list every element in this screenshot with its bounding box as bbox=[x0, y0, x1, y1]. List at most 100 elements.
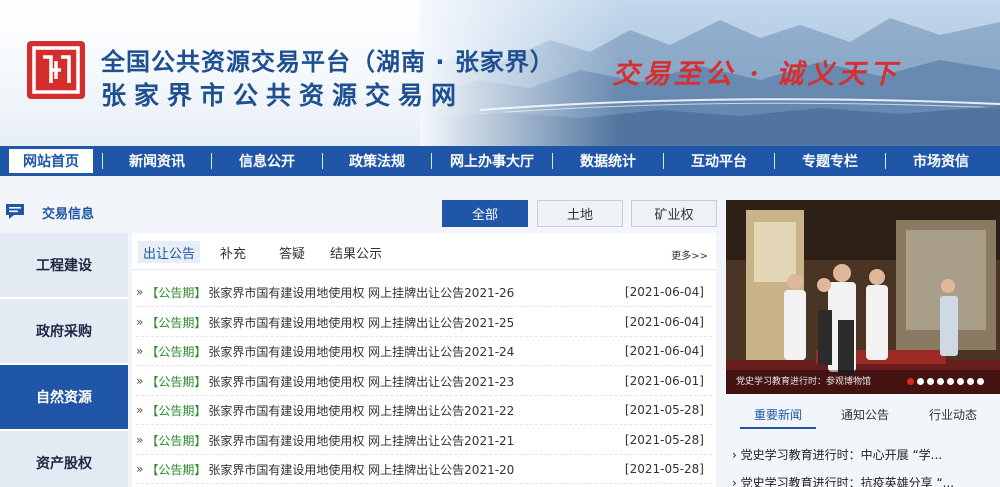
nav-item-label: 信息公开 bbox=[239, 154, 295, 170]
notice-row[interactable]: » 【公告期】 张家界市国有建设用地使用权 网上挂牌出让公告2021-21 [2… bbox=[136, 426, 712, 455]
news-item[interactable]: › 党史学习教育进行时：抗疫英雄分享 “... bbox=[732, 474, 1000, 487]
active-tab-underline bbox=[740, 427, 816, 429]
notice-title[interactable]: 张家界市国有建设用地使用权 网上挂牌出让公告2021-20 bbox=[208, 461, 514, 478]
nav-item-online-service[interactable]: 网上办事大厅 bbox=[432, 146, 552, 176]
tab-industry-news[interactable]: 行业动态 bbox=[929, 406, 977, 423]
arrow-icon: » bbox=[136, 344, 144, 358]
notice-row[interactable]: » 【公告期】 张家界市国有建设用地使用权 网上挂牌出让公告2021-25 [2… bbox=[136, 308, 712, 337]
notice-title[interactable]: 张家界市国有建设用地使用权 网上挂牌出让公告2021-26 bbox=[208, 284, 514, 301]
filter-all-button[interactable]: 全部 bbox=[442, 200, 528, 227]
nav-item-statistics[interactable]: 数据统计 bbox=[553, 146, 663, 176]
notice-row[interactable]: » 【公告期】 张家界市国有建设用地使用权 网上挂牌出让公告2021-22 [2… bbox=[136, 396, 712, 425]
notice-panel: 出让公告 补充 答疑 结果公示 更多>> » 【公告期】 张家界市国有建设用地使… bbox=[132, 233, 716, 487]
tab-supplement[interactable]: 补充 bbox=[220, 241, 246, 263]
category-natural-resources[interactable]: 自然资源 bbox=[0, 365, 128, 431]
notice-date: [2021-05-28] bbox=[624, 433, 704, 447]
tab-transfer-notice[interactable]: 出让公告 bbox=[138, 241, 201, 263]
page: 全国公共资源交易平台（湖南 · 张家界） 张家界市公共资源交易网 交易至公 · … bbox=[0, 0, 1000, 487]
nav-item-label: 政策法规 bbox=[349, 154, 405, 170]
notice-date: [2021-06-04] bbox=[624, 285, 704, 299]
arrow-icon: » bbox=[136, 462, 144, 476]
notice-date: [2021-06-04] bbox=[624, 315, 704, 329]
chat-bubble-icon bbox=[6, 204, 24, 219]
notice-tag: 【公告期】 bbox=[146, 403, 207, 418]
slide-dot[interactable] bbox=[977, 378, 984, 385]
nav-item-label: 网上办事大厅 bbox=[450, 154, 534, 170]
nav-item-info-disclosure[interactable]: 信息公开 bbox=[212, 146, 322, 176]
notice-date: [2021-06-04] bbox=[624, 344, 704, 358]
nav-item-news[interactable]: 新闻资讯 bbox=[103, 146, 211, 176]
category-sidebar: 工程建设 政府采购 自然资源 资产股权 bbox=[0, 233, 128, 487]
notice-title[interactable]: 张家界市国有建设用地使用权 网上挂牌出让公告2021-21 bbox=[208, 432, 514, 449]
news-photo-slideshow[interactable] bbox=[726, 200, 1000, 394]
arrow-icon: » bbox=[136, 403, 144, 417]
chevron-right-icon: › bbox=[732, 448, 741, 462]
trade-info-title: 交易信息 bbox=[42, 207, 95, 222]
arrow-icon: » bbox=[136, 433, 144, 447]
slide-dot[interactable] bbox=[927, 378, 934, 385]
slideshow-dots bbox=[907, 378, 984, 385]
nav-item-label: 网站首页 bbox=[9, 149, 93, 173]
notice-row[interactable]: » 【公告期】 张家界市国有建设用地使用权 网上挂牌出让公告2021-23 [2… bbox=[136, 367, 712, 396]
category-government-procurement[interactable]: 政府采购 bbox=[0, 299, 128, 365]
notice-tag: 【公告期】 bbox=[146, 285, 207, 300]
slide-dot[interactable] bbox=[947, 378, 954, 385]
header-banner: 全国公共资源交易平台（湖南 · 张家界） 张家界市公共资源交易网 交易至公 · … bbox=[0, 0, 1000, 146]
nav-item-label: 新闻资讯 bbox=[129, 154, 185, 170]
tab-qa[interactable]: 答疑 bbox=[279, 241, 305, 263]
chevron-right-icon: › bbox=[732, 476, 741, 487]
nav-item-policies[interactable]: 政策法规 bbox=[323, 146, 431, 176]
site-title-line1: 全国公共资源交易平台（湖南 · 张家界） bbox=[101, 48, 555, 76]
notice-tag: 【公告期】 bbox=[146, 433, 207, 448]
news-item-title[interactable]: 党史学习教育进行时：抗疫英雄分享 “... bbox=[741, 476, 954, 487]
arrow-icon: » bbox=[136, 285, 144, 299]
filter-land-button[interactable]: 土地 bbox=[537, 200, 623, 227]
notice-row[interactable]: » 【公告期】 张家界市国有建设用地使用权 网上挂牌出让公告2021-20 [2… bbox=[136, 455, 712, 484]
nav-item-label: 数据统计 bbox=[580, 154, 636, 170]
notice-date: [2021-05-28] bbox=[624, 403, 704, 417]
slide-dot[interactable] bbox=[907, 378, 914, 385]
arrow-icon: » bbox=[136, 374, 144, 388]
notice-tabs: 出让公告 补充 答疑 结果公示 更多>> bbox=[132, 233, 716, 270]
category-asset-equity[interactable]: 资产股权 bbox=[0, 431, 128, 487]
site-slogan: 交易至公 · 诚义天下 bbox=[612, 59, 901, 90]
news-tabs: 重要新闻 通知公告 行业动态 bbox=[726, 400, 1000, 430]
slide-dot[interactable] bbox=[937, 378, 944, 385]
main-nav: 网站首页 新闻资讯 信息公开 政策法规 网上办事大厅 数据统计 互动平台 专题专… bbox=[0, 146, 1000, 176]
notice-title[interactable]: 张家界市国有建设用地使用权 网上挂牌出让公告2021-23 bbox=[208, 373, 514, 390]
notice-row[interactable]: » 【公告期】 张家界市国有建设用地使用权 网上挂牌出让公告2021-24 [2… bbox=[136, 337, 712, 366]
notice-tag: 【公告期】 bbox=[146, 462, 207, 477]
notice-date: [2021-06-01] bbox=[624, 374, 704, 388]
tab-result-notice[interactable]: 结果公示 bbox=[330, 241, 382, 263]
notice-date: [2021-05-28] bbox=[624, 462, 704, 476]
nav-item-special-topics[interactable]: 专题专栏 bbox=[775, 146, 885, 176]
slide-dot[interactable] bbox=[917, 378, 924, 385]
tab-notices[interactable]: 通知公告 bbox=[841, 406, 889, 423]
tab-important-news[interactable]: 重要新闻 bbox=[754, 406, 802, 423]
filter-mining-rights-button[interactable]: 矿业权 bbox=[631, 200, 717, 227]
notice-title[interactable]: 张家界市国有建设用地使用权 网上挂牌出让公告2021-24 bbox=[208, 343, 514, 360]
more-link[interactable]: 更多>> bbox=[671, 247, 708, 262]
news-item-title[interactable]: 党史学习教育进行时：中心开展 “学... bbox=[741, 448, 942, 462]
slide-dot[interactable] bbox=[957, 378, 964, 385]
slide-dot[interactable] bbox=[967, 378, 974, 385]
slideshow-caption: 党史学习教育进行时：参观博物馆 bbox=[736, 377, 872, 387]
logo-emblem-icon[interactable] bbox=[27, 41, 85, 99]
news-photo bbox=[726, 200, 1000, 394]
notice-row[interactable]: » 【公告期】 张家界市国有建设用地使用权 网上挂牌出让公告2021-26 [2… bbox=[136, 278, 712, 307]
site-title-line2: 张家界市公共资源交易网 bbox=[101, 81, 465, 110]
news-item[interactable]: › 党史学习教育进行时：中心开展 “学... bbox=[732, 446, 1000, 463]
category-construction[interactable]: 工程建设 bbox=[0, 233, 128, 299]
nav-item-market-credit[interactable]: 市场资信 bbox=[886, 146, 996, 176]
nav-item-label: 互动平台 bbox=[691, 154, 747, 170]
notice-title[interactable]: 张家界市国有建设用地使用权 网上挂牌出让公告2021-25 bbox=[208, 314, 514, 331]
arrow-icon: » bbox=[136, 315, 144, 329]
nav-item-label: 市场资信 bbox=[913, 154, 969, 170]
notice-tag: 【公告期】 bbox=[146, 374, 207, 389]
notice-tag: 【公告期】 bbox=[146, 344, 207, 359]
notice-title[interactable]: 张家界市国有建设用地使用权 网上挂牌出让公告2021-22 bbox=[208, 402, 514, 419]
nav-item-interaction[interactable]: 互动平台 bbox=[664, 146, 774, 176]
nav-item-label: 专题专栏 bbox=[802, 154, 858, 170]
nav-item-home[interactable]: 网站首页 bbox=[0, 146, 102, 176]
notice-tag: 【公告期】 bbox=[146, 315, 207, 330]
